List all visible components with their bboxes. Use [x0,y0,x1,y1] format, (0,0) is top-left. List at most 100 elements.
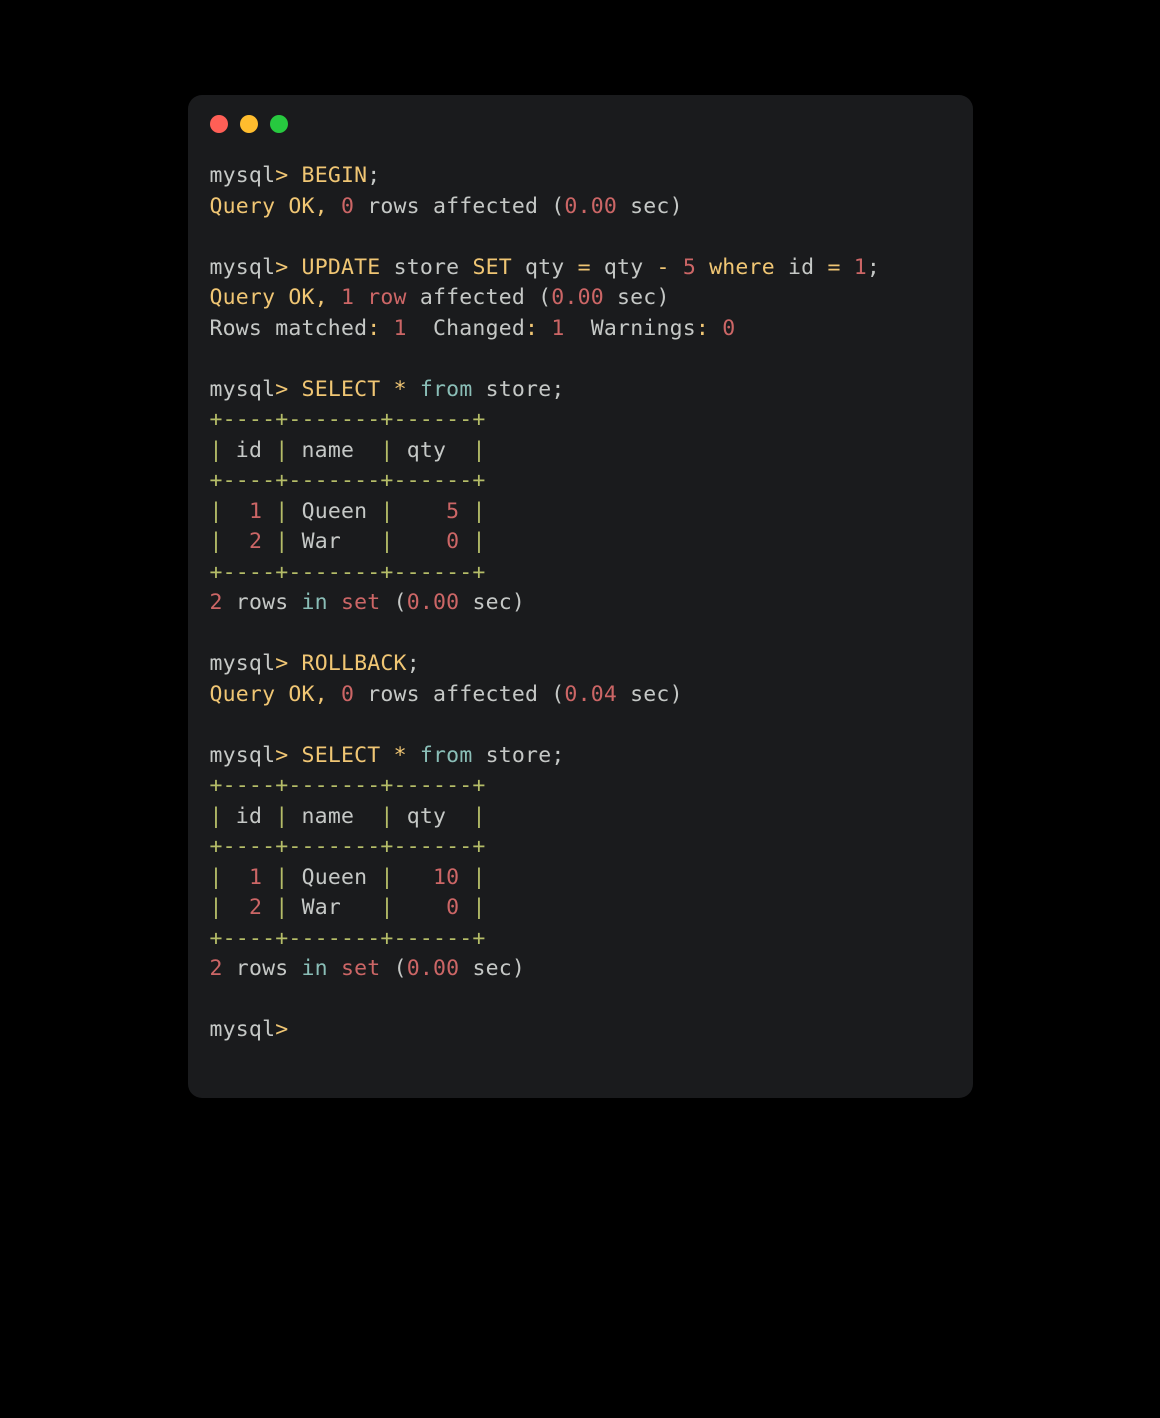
terminal-token [394,895,447,920]
terminal-token: : [525,316,538,341]
terminal-token: 0 [446,529,459,554]
terminal-token: mysql [210,377,276,402]
close-icon[interactable] [210,115,228,133]
terminal-token [459,895,472,920]
terminal-token [459,499,472,524]
terminal-token: +----+-------+------+ [210,407,486,432]
terminal-token [459,865,472,890]
terminal-token [223,529,249,554]
terminal-token: 1 [249,499,262,524]
terminal-token: 0.04 [564,682,617,707]
terminal-token: rows [223,590,302,615]
terminal-token: | [472,865,485,890]
terminal-token [394,529,447,554]
terminal-token: | [275,438,288,463]
terminal-token: > [275,377,288,402]
terminal-token: * [394,743,407,768]
terminal-token [328,956,341,981]
terminal-token: | [380,804,393,829]
terminal-token: 1 [249,865,262,890]
terminal-token: name [288,438,380,463]
terminal-token [407,743,420,768]
terminal-token: | [210,804,223,829]
terminal-token [380,377,393,402]
terminal-token: SELECT [302,743,381,768]
terminal-token [354,285,367,310]
terminal-token: rows affected ( [354,682,564,707]
terminal-token: ROLLBACK [302,651,407,676]
terminal-token: SELECT [302,377,381,402]
terminal-token: | [380,499,393,524]
terminal-token: War [288,529,380,554]
terminal-token [459,529,472,554]
terminal-token: | [472,804,485,829]
terminal-token: UPDATE [302,255,381,280]
terminal-token: | [275,865,288,890]
terminal-token: qty [591,255,657,280]
terminal-token: Query OK, [210,194,328,219]
terminal-token: ( [380,590,406,615]
terminal-token: | [275,529,288,554]
terminal-token: | [380,529,393,554]
terminal-token [328,682,341,707]
terminal-window: mysql> BEGIN; Query OK, 0 rows affected … [188,95,973,1098]
terminal-token: +----+-------+------+ [210,926,486,951]
terminal-token: | [472,895,485,920]
terminal-token [288,743,301,768]
terminal-token: : [367,316,380,341]
terminal-token: Query OK, [210,285,328,310]
terminal-token: from [420,377,473,402]
terminal-token: rows [223,956,302,981]
terminal-token: Changed [407,316,525,341]
terminal-token: > [275,255,288,280]
terminal-token: | [380,895,393,920]
terminal-token [262,499,275,524]
terminal-token: sec) [459,590,525,615]
terminal-token: | [210,499,223,524]
terminal-token: name [288,804,380,829]
terminal-token [223,865,249,890]
terminal-token: 5 [683,255,696,280]
terminal-token: | [472,529,485,554]
terminal-token: 0 [722,316,735,341]
terminal-token [380,316,393,341]
terminal-token [288,377,301,402]
terminal-token: in [302,590,328,615]
terminal-token: qty [394,438,473,463]
terminal-token: set [341,956,380,981]
terminal-token [262,529,275,554]
terminal-token: | [472,438,485,463]
terminal-token: | [380,438,393,463]
terminal-token: 0 [341,194,354,219]
terminal-token: affected ( [407,285,552,310]
terminal-token: - [657,255,670,280]
terminal-token [407,377,420,402]
terminal-token: : [696,316,709,341]
terminal-token: mysql [210,743,276,768]
terminal-output[interactable]: mysql> BEGIN; Query OK, 0 rows affected … [188,133,973,1098]
terminal-token: mysql [210,163,276,188]
terminal-token: 0 [446,895,459,920]
terminal-token: 1 [341,285,354,310]
terminal-token: row [367,285,406,310]
terminal-token [380,743,393,768]
terminal-token: | [210,438,223,463]
maximize-icon[interactable] [270,115,288,133]
terminal-token: from [420,743,473,768]
terminal-token: = [827,255,840,280]
terminal-token: +----+-------+------+ [210,834,486,859]
terminal-token: 10 [433,865,459,890]
terminal-token [394,865,433,890]
terminal-token: sec) [604,285,670,310]
minimize-icon[interactable] [240,115,258,133]
terminal-token: store [380,255,472,280]
terminal-token: 0.00 [564,194,617,219]
terminal-token: qty [512,255,578,280]
terminal-token [841,255,854,280]
terminal-token: | [210,529,223,554]
terminal-token: where [709,255,775,280]
terminal-token: Queen [288,865,380,890]
terminal-token: sec) [459,956,525,981]
terminal-token [670,255,683,280]
terminal-token [223,895,249,920]
